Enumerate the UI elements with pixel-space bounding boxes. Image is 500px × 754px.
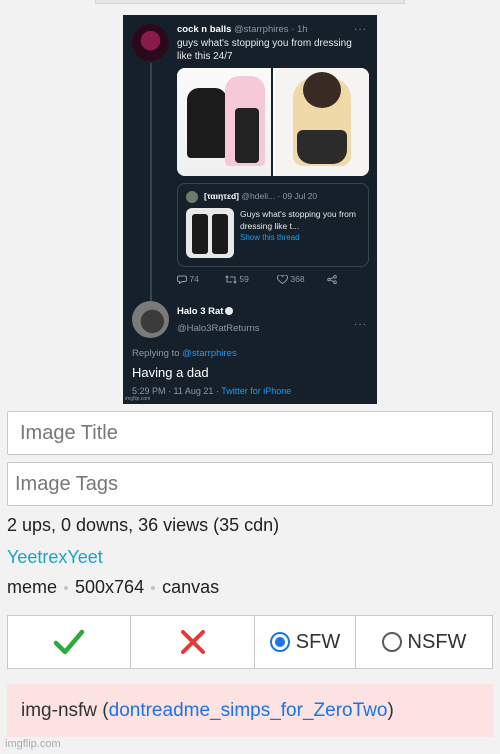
quote-author-name: [ταιητεd] <box>204 191 240 201</box>
reply-author-handle: @Halo3RatReturns <box>177 323 260 334</box>
thread-line <box>150 63 152 306</box>
show-thread-link: Show this thread <box>240 233 300 242</box>
reject-button[interactable] <box>130 615 255 669</box>
quote-handle: @hdeli... <box>241 191 276 201</box>
quote-date: · 09 Jul 20 <box>277 191 318 201</box>
reply-author-name-text: Halo 3 Rat <box>177 306 224 317</box>
share-icon <box>327 274 337 285</box>
reply-author-name: Halo 3 Rat <box>177 306 234 317</box>
tweet-header: cock n balls @starrphires · 1h <box>177 24 308 35</box>
x-icon <box>180 630 205 654</box>
tweet-time: · 1h <box>291 24 308 35</box>
author-handle: @starrphires <box>234 24 289 35</box>
image-meta: meme 500x764 canvas <box>7 577 219 598</box>
image-tags-input[interactable] <box>7 462 493 506</box>
image-stats: 2 ups, 0 downs, 36 views (35 cdn) <box>7 515 280 535</box>
tweet-actions: 74 59 368 <box>177 274 347 288</box>
replying-to-handle: @starrphires <box>182 348 237 359</box>
image-type: meme <box>7 577 58 597</box>
figure-shape <box>192 214 208 254</box>
sfw-radio[interactable]: SFW <box>254 615 356 669</box>
avatar <box>132 24 169 61</box>
figure-shape <box>297 130 347 164</box>
image-render: canvas <box>162 577 220 597</box>
reply-timestamp: 5:29 PM · 11 Aug 21 · <box>132 386 222 396</box>
reply-count-value: 74 <box>189 274 199 284</box>
quote-thumbnail <box>186 208 234 258</box>
quote-text: Guys what's stopping you from dressing l… <box>240 209 356 231</box>
heart-icon <box>277 274 288 285</box>
radio-dot <box>274 637 285 647</box>
reply-count: 74 <box>177 274 199 285</box>
nsfw-notice-suffix: ) <box>387 699 394 721</box>
radio-selected-icon <box>269 632 290 652</box>
retweet-icon <box>225 275 237 284</box>
verified-icon <box>225 307 234 316</box>
media-right <box>275 68 369 176</box>
quoted-tweet: [ταιητεd] @hdeli... · 09 Jul 20 Guys wha… <box>177 183 369 267</box>
uploader-link[interactable]: YeetrexYeet <box>7 547 103 568</box>
more-options-icon: ··· <box>354 24 367 35</box>
check-icon <box>53 629 85 655</box>
watermark: imgflip.com <box>5 738 61 750</box>
figure-shape <box>212 214 228 254</box>
like-count-value: 368 <box>290 274 305 284</box>
approve-button[interactable] <box>7 615 131 669</box>
image-dimensions: 500x764 <box>75 577 145 597</box>
sfw-label: SFW <box>295 630 341 653</box>
replying-to: Replying to @starrphires <box>132 348 237 359</box>
image-title-input[interactable] <box>7 411 493 455</box>
like-count: 368 <box>277 274 305 285</box>
meme-image[interactable]: cock n balls @starrphires · 1h ··· guys … <box>123 15 377 404</box>
moderation-buttons: SFW NSFW <box>7 615 493 669</box>
nsfw-notice-prefix: img-nsfw ( <box>21 699 109 721</box>
replying-prefix: Replying to <box>132 348 183 359</box>
retweet-count: 59 <box>225 274 249 284</box>
separator-dot <box>64 586 69 591</box>
image-watermark: imgflip.com <box>125 396 151 402</box>
author-name: cock n balls <box>177 24 232 35</box>
top-bar <box>95 0 405 4</box>
stream-link[interactable]: dontreadme_simps_for_ZeroTwo <box>109 700 388 722</box>
avatar <box>132 301 169 338</box>
figure-shape <box>187 88 227 158</box>
quote-header: [ταιητεd] @hdeli... · 09 Jul 20 <box>204 191 317 201</box>
radio-unselected-icon <box>381 632 402 652</box>
figure-shape <box>303 72 341 108</box>
reply-client: Twitter for iPhone <box>221 386 292 396</box>
tweet-media <box>177 68 369 176</box>
nsfw-notice: img-nsfw (dontreadme_simps_for_ZeroTwo) <box>7 684 493 737</box>
separator-dot <box>151 586 156 591</box>
more-options-icon: ··· <box>354 319 367 330</box>
tweet-text: guys what's stopping you from dressing l… <box>177 38 352 62</box>
reply-icon <box>177 275 187 285</box>
reply-meta: 5:29 PM · 11 Aug 21 · Twitter for iPhone <box>132 386 291 396</box>
nsfw-label: NSFW <box>407 630 467 653</box>
reply-text: Having a dad <box>132 365 209 380</box>
figure-shape <box>235 108 259 163</box>
media-left <box>177 68 273 176</box>
avatar <box>186 191 198 203</box>
retweet-count-value: 59 <box>239 274 249 284</box>
nsfw-radio[interactable]: NSFW <box>355 615 493 669</box>
